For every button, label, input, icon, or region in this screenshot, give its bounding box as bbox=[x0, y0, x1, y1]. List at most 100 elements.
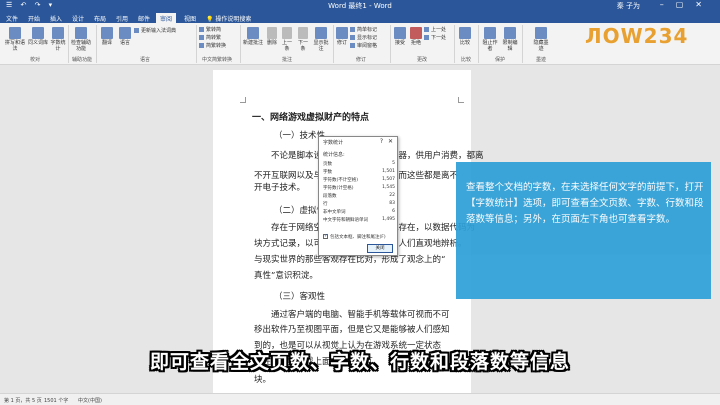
block-authors-button[interactable]: 阻止作者 bbox=[482, 27, 498, 52]
reviewing-pane-button[interactable]: 审阅窗格 bbox=[350, 43, 377, 49]
lightbulb-icon: 💡 bbox=[206, 16, 214, 23]
markup-icon bbox=[350, 27, 355, 32]
compare-button[interactable]: 比较 bbox=[458, 27, 472, 46]
track-changes-label: 修订 bbox=[336, 40, 347, 46]
group-label-tracking: 修订 bbox=[355, 57, 366, 63]
tab-home[interactable]: 开始 bbox=[24, 13, 44, 23]
tab-layout[interactable]: 布局 bbox=[90, 13, 110, 23]
compare-label: 比较 bbox=[459, 40, 470, 46]
show-comments-icon bbox=[315, 27, 327, 39]
stat-name: 字数 bbox=[323, 170, 332, 175]
tab-design[interactable]: 设计 bbox=[68, 13, 88, 23]
convert-icon bbox=[199, 35, 204, 40]
prev-comment-button[interactable]: 上一条 bbox=[280, 27, 294, 52]
delete-comment-label: 删除 bbox=[266, 40, 277, 46]
reviewing-pane-label: 审阅窗格 bbox=[357, 43, 378, 49]
stat-row: 页数 5 bbox=[323, 161, 395, 168]
translate-button[interactable]: 翻译 bbox=[100, 27, 114, 46]
maximize-button[interactable]: ▢ bbox=[676, 0, 696, 9]
update-ime-button[interactable]: 更新输入法词典 bbox=[134, 28, 176, 34]
accept-button[interactable]: 接受 bbox=[394, 27, 406, 46]
group-separator bbox=[522, 25, 523, 63]
stat-name: 字符数(计空格) bbox=[323, 186, 354, 191]
show-markup-dropdown[interactable]: 显示标记 bbox=[350, 35, 377, 41]
spelling-button[interactable]: 拼写和语法 bbox=[4, 27, 26, 52]
page-indicator[interactable]: 第 1 页，共 5 页 bbox=[4, 397, 42, 404]
hide-ink-button[interactable]: 隐藏墨迹 bbox=[532, 27, 550, 52]
word-count-label: 字数统计 bbox=[50, 40, 66, 52]
thesaurus-button[interactable]: 同义词库 bbox=[28, 27, 48, 46]
trad-to-simp-button[interactable]: 繁转简 bbox=[199, 27, 221, 33]
dialog-close-button[interactable]: 关闭 bbox=[367, 244, 393, 253]
reject-icon bbox=[410, 27, 422, 39]
group-label-ink: 墨迹 bbox=[535, 57, 546, 63]
show-comments-button[interactable]: 显示批注 bbox=[312, 27, 330, 52]
tab-review[interactable]: 审阅 bbox=[156, 13, 177, 23]
help-icon[interactable]: ? bbox=[380, 138, 383, 145]
stat-name: 非中文单词 bbox=[323, 210, 346, 215]
new-comment-button[interactable]: 新建批注 bbox=[242, 27, 264, 46]
dialog-close-icon[interactable]: ✕ bbox=[388, 138, 393, 145]
user-name[interactable]: 秦 子为 bbox=[617, 1, 640, 11]
tab-insert[interactable]: 插入 bbox=[46, 13, 66, 23]
stat-name: 段落数 bbox=[323, 194, 337, 199]
language-button[interactable]: 语言 bbox=[118, 27, 132, 46]
stat-name: 页数 bbox=[323, 162, 332, 167]
markup-dropdown[interactable]: 简单标记 bbox=[350, 27, 377, 33]
show-markup-icon bbox=[350, 35, 355, 40]
group-separator bbox=[68, 25, 69, 63]
stat-value: 1,545 bbox=[382, 185, 395, 190]
tab-file[interactable]: 文件 bbox=[2, 13, 22, 23]
minimize-button[interactable]: – bbox=[660, 0, 676, 9]
tell-me-search[interactable]: 💡 操作说明搜索 bbox=[202, 13, 255, 23]
next-comment-button[interactable]: 下一条 bbox=[296, 27, 310, 52]
delete-comment-button[interactable]: 删除 bbox=[266, 27, 278, 46]
next-change-label: 下一处 bbox=[431, 35, 447, 41]
group-label-proofing: 校对 bbox=[29, 57, 40, 63]
close-button[interactable]: ✕ bbox=[695, 0, 714, 9]
restrict-editing-button[interactable]: 限制编辑 bbox=[502, 27, 518, 52]
block-authors-label: 阻止作者 bbox=[482, 40, 498, 52]
video-subtitle: 即可查看全文页数、字数、行数和段落数等信息 bbox=[149, 351, 570, 373]
show-markup-label: 显示标记 bbox=[357, 35, 378, 41]
title-bar: ☰ ↶ ↷ ▾ Word 最终1 - Word 秦 子为 –▢✕ bbox=[0, 0, 720, 12]
prev-comment-icon bbox=[282, 27, 292, 39]
ink-icon bbox=[535, 27, 547, 39]
chinese-convert-button[interactable]: 简繁转换 bbox=[199, 43, 226, 49]
checkbox-checked-icon: ✓ bbox=[323, 233, 329, 239]
check-accessibility-label: 检查辅助功能 bbox=[70, 40, 91, 52]
word-count-icon bbox=[52, 27, 64, 39]
include-textboxes-checkbox[interactable]: ✓ 包括文本框、脚注和尾注(F) bbox=[323, 233, 386, 240]
trad-to-simp-label: 繁转简 bbox=[206, 27, 222, 33]
group-label-comments: 批注 bbox=[281, 57, 292, 63]
check-accessibility-button[interactable]: 检查辅助功能 bbox=[70, 27, 92, 52]
tab-references[interactable]: 引用 bbox=[112, 13, 132, 23]
word-count-dialog: 字数统计 ? ✕ 统计信息: 页数 5 字数 1,501 字符数(不计空格) 1,50… bbox=[318, 136, 398, 256]
group-separator bbox=[240, 25, 241, 63]
group-label-changes: 更改 bbox=[416, 57, 427, 63]
group-separator bbox=[333, 25, 334, 63]
tab-mailings[interactable]: 邮件 bbox=[134, 13, 154, 23]
status-bar: 第 1 页，共 5 页 1501 个字 中文(中国) bbox=[0, 393, 720, 405]
block-authors-icon bbox=[484, 27, 496, 39]
paragraph-line: 开电子技术。 bbox=[254, 183, 306, 193]
track-changes-button[interactable]: 修订 bbox=[336, 27, 348, 46]
site-logo: ЛOW234 bbox=[585, 24, 688, 48]
update-ime-label: 更新输入法词典 bbox=[141, 28, 177, 34]
previous-icon bbox=[424, 27, 429, 32]
word-count-indicator[interactable]: 1501 个字 bbox=[44, 397, 68, 404]
next-change-button[interactable]: 下一处 bbox=[424, 35, 446, 41]
tab-view[interactable]: 视图 bbox=[180, 13, 200, 23]
reject-button[interactable]: 拒绝 bbox=[410, 27, 422, 46]
stat-value: 22 bbox=[389, 193, 395, 198]
group-separator bbox=[390, 25, 391, 63]
prev-change-button[interactable]: 上一处 bbox=[424, 27, 446, 33]
logo-text: ЛOW234 bbox=[585, 24, 689, 48]
group-label-language: 语言 bbox=[139, 57, 150, 63]
simp-to-trad-button[interactable]: 简转繁 bbox=[199, 35, 221, 41]
word-count-button[interactable]: 字数统计 bbox=[50, 27, 66, 52]
stat-name: 行 bbox=[323, 202, 328, 207]
new-comment-icon bbox=[247, 27, 259, 39]
language-indicator[interactable]: 中文(中国) bbox=[78, 397, 102, 404]
accept-label: 接受 bbox=[394, 40, 405, 46]
